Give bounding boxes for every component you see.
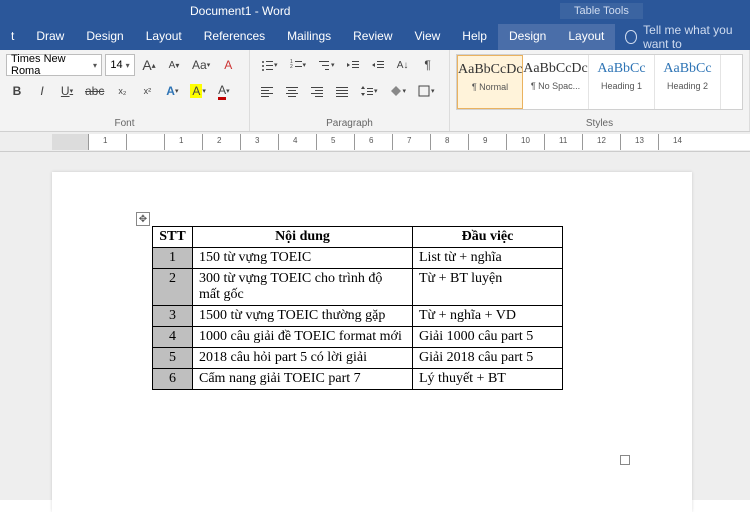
paragraph-group-label: Paragraph [256,116,443,131]
styles-group: AaBbCcDc ¶ Normal AaBbCcDc ¶ No Spac... … [450,50,750,131]
clear-formatting-button[interactable]: A [217,54,239,76]
style-heading-1[interactable]: AaBbCc Heading 1 [589,55,655,109]
styles-group-label: Styles [456,116,743,131]
tell-me-search[interactable]: Tell me what you want to [615,24,750,50]
styles-gallery: AaBbCcDc ¶ Normal AaBbCcDc ¶ No Spac... … [456,54,743,110]
font-name-combo[interactable]: Times New Roma▾ [6,54,102,76]
tab-mailings[interactable]: Mailings [276,24,342,50]
tab-design[interactable]: Design [75,24,134,50]
font-size-combo[interactable]: 14▾ [105,54,135,76]
align-center-button[interactable] [281,80,303,102]
style-heading-2[interactable]: AaBbCc Heading 2 [655,55,721,109]
table-row[interactable]: 1 150 từ vựng TOEIC List từ + nghĩa [153,248,563,269]
justify-button[interactable] [331,80,353,102]
tab-t[interactable]: t [0,24,25,50]
grow-font-button[interactable]: A▴ [138,54,160,76]
lightbulb-icon [625,30,637,44]
strikethrough-button[interactable]: abc [81,80,108,102]
svg-text:2: 2 [290,64,293,70]
page[interactable]: ✥ STT Nội dung Đầu việc 1 150 từ vựng TO… [52,172,692,512]
paragraph-group: ▾ 12▾ ▾ A↓ ¶ ▾ ▾ ▾ Paragraph [250,50,450,131]
align-right-button[interactable] [306,80,328,102]
tab-help[interactable]: Help [451,24,498,50]
header-dauviec[interactable]: Đầu việc [413,227,563,248]
tab-view[interactable]: View [404,24,452,50]
font-group-label: Font [6,116,243,131]
numbering-button[interactable]: 12▾ [285,54,311,76]
table-row[interactable]: 5 2018 câu hỏi part 5 có lời giải Giải 2… [153,348,563,369]
header-noidung[interactable]: Nội dung [193,227,413,248]
tell-me-placeholder: Tell me what you want to [643,23,750,51]
style-no-spacing[interactable]: AaBbCcDc ¶ No Spac... [523,55,589,109]
tab-table-design[interactable]: Design [498,24,557,50]
text-effects-button[interactable]: A▾ [161,80,183,102]
title-bar: Document1 - Word Table Tools [0,0,750,24]
borders-button[interactable]: ▾ [413,80,439,102]
line-spacing-button[interactable]: ▾ [356,80,382,102]
table-resize-handle-icon[interactable] [620,455,630,465]
subscript-button[interactable]: x₂ [111,80,133,102]
table-row[interactable]: 2 300 từ vựng TOEIC cho trình độ mất gốc… [153,269,563,306]
italic-button[interactable]: I [31,80,53,102]
bold-button[interactable]: B [6,80,28,102]
tab-references[interactable]: References [193,24,276,50]
sort-button[interactable]: A↓ [392,54,414,76]
table-move-handle-icon[interactable]: ✥ [136,212,150,226]
document-title: Document1 - Word [190,4,290,18]
shading-button[interactable]: ▾ [385,80,411,102]
font-color-button[interactable]: A▾ [213,80,235,102]
shrink-font-button[interactable]: A▾ [163,54,185,76]
table-row[interactable]: 3 1500 từ vựng TOEIC thường gặp Từ + ngh… [153,306,563,327]
decrease-indent-button[interactable] [342,54,364,76]
bullets-button[interactable]: ▾ [256,54,282,76]
table-row[interactable]: 6 Cẩm nang giải TOEIC part 7 Lý thuyết +… [153,369,563,390]
ruler-area: 1 1 2 3 4 5 6 7 8 9 10 11 12 13 14 [0,132,750,152]
change-case-button[interactable]: Aa▾ [188,54,214,76]
tab-table-layout[interactable]: Layout [557,24,615,50]
ribbon: Times New Roma▾ 14▾ A▴ A▾ Aa▾ A B I U▾ a… [0,50,750,132]
font-group: Times New Roma▾ 14▾ A▴ A▾ Aa▾ A B I U▾ a… [0,50,250,131]
table-row[interactable]: 4 1000 câu giải đề TOEIC format mới Giải… [153,327,563,348]
tab-draw[interactable]: Draw [25,24,75,50]
ribbon-tabs: t Draw Design Layout References Mailings… [0,24,750,50]
table-tools-label: Table Tools [560,3,643,19]
header-stt[interactable]: STT [153,227,193,248]
table-header-row[interactable]: STT Nội dung Đầu việc [153,227,563,248]
highlight-button[interactable]: A▾ [186,80,210,102]
horizontal-ruler[interactable]: 1 1 2 3 4 5 6 7 8 9 10 11 12 13 14 [52,134,750,150]
multilevel-list-button[interactable]: ▾ [313,54,339,76]
superscript-button[interactable]: x² [136,80,158,102]
document-area: ✥ STT Nội dung Đầu việc 1 150 từ vựng TO… [0,152,750,500]
show-marks-button[interactable]: ¶ [417,54,439,76]
tab-layout[interactable]: Layout [135,24,193,50]
style-normal[interactable]: AaBbCcDc ¶ Normal [457,55,523,109]
content-table[interactable]: STT Nội dung Đầu việc 1 150 từ vựng TOEI… [152,226,563,390]
underline-button[interactable]: U▾ [56,80,78,102]
tab-review[interactable]: Review [342,24,403,50]
align-left-button[interactable] [256,80,278,102]
increase-indent-button[interactable] [367,54,389,76]
